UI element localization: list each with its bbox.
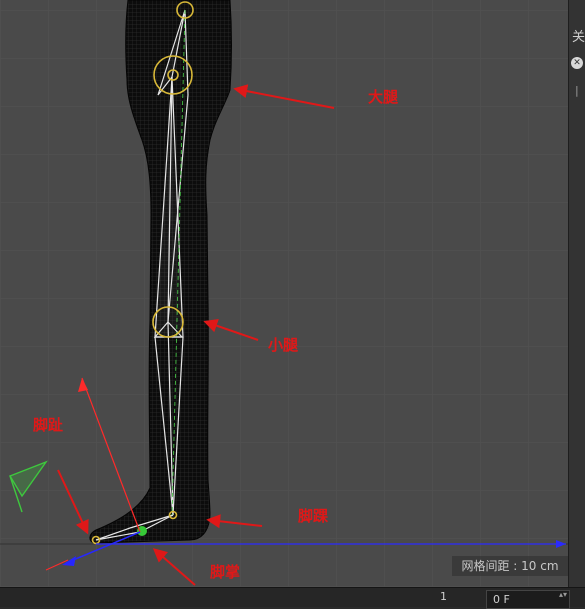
gizmo-y-arrowhead	[78, 378, 88, 392]
timeline-frame-marker: 1	[440, 590, 447, 603]
gizmo-y-axis[interactable]	[81, 377, 141, 533]
3d-viewport[interactable]: 大腿 小腿 脚趾 脚踝 脚掌 网格间距 : 10 cm	[0, 0, 568, 587]
current-frame-value: 0 F	[493, 593, 510, 606]
close-icon[interactable]: ✕	[571, 57, 583, 69]
frame-spinner-icon[interactable]: ▴▾	[559, 591, 567, 599]
viewport-scene	[0, 0, 568, 586]
label-thigh: 大腿	[368, 88, 399, 106]
timeline-bar[interactable]: 1 0 F ▴▾	[0, 587, 585, 609]
side-panel[interactable]: 关 ✕ |	[568, 0, 585, 587]
world-x-arrowhead	[556, 540, 566, 548]
side-panel-title: 关	[572, 30, 585, 45]
label-ankle: 脚踝	[298, 507, 329, 525]
label-sole: 脚掌	[210, 563, 241, 581]
gizmo-x-arrowhead	[62, 556, 76, 566]
label-shin: 小腿	[268, 336, 299, 354]
grid-spacing-indicator: 网格间距 : 10 cm	[452, 556, 568, 576]
current-frame-field[interactable]: 0 F ▴▾	[486, 590, 570, 609]
label-toe: 脚趾	[33, 416, 64, 434]
panel-divider-icon: |	[575, 84, 579, 97]
green-flag-gizmo[interactable]	[8, 460, 48, 513]
